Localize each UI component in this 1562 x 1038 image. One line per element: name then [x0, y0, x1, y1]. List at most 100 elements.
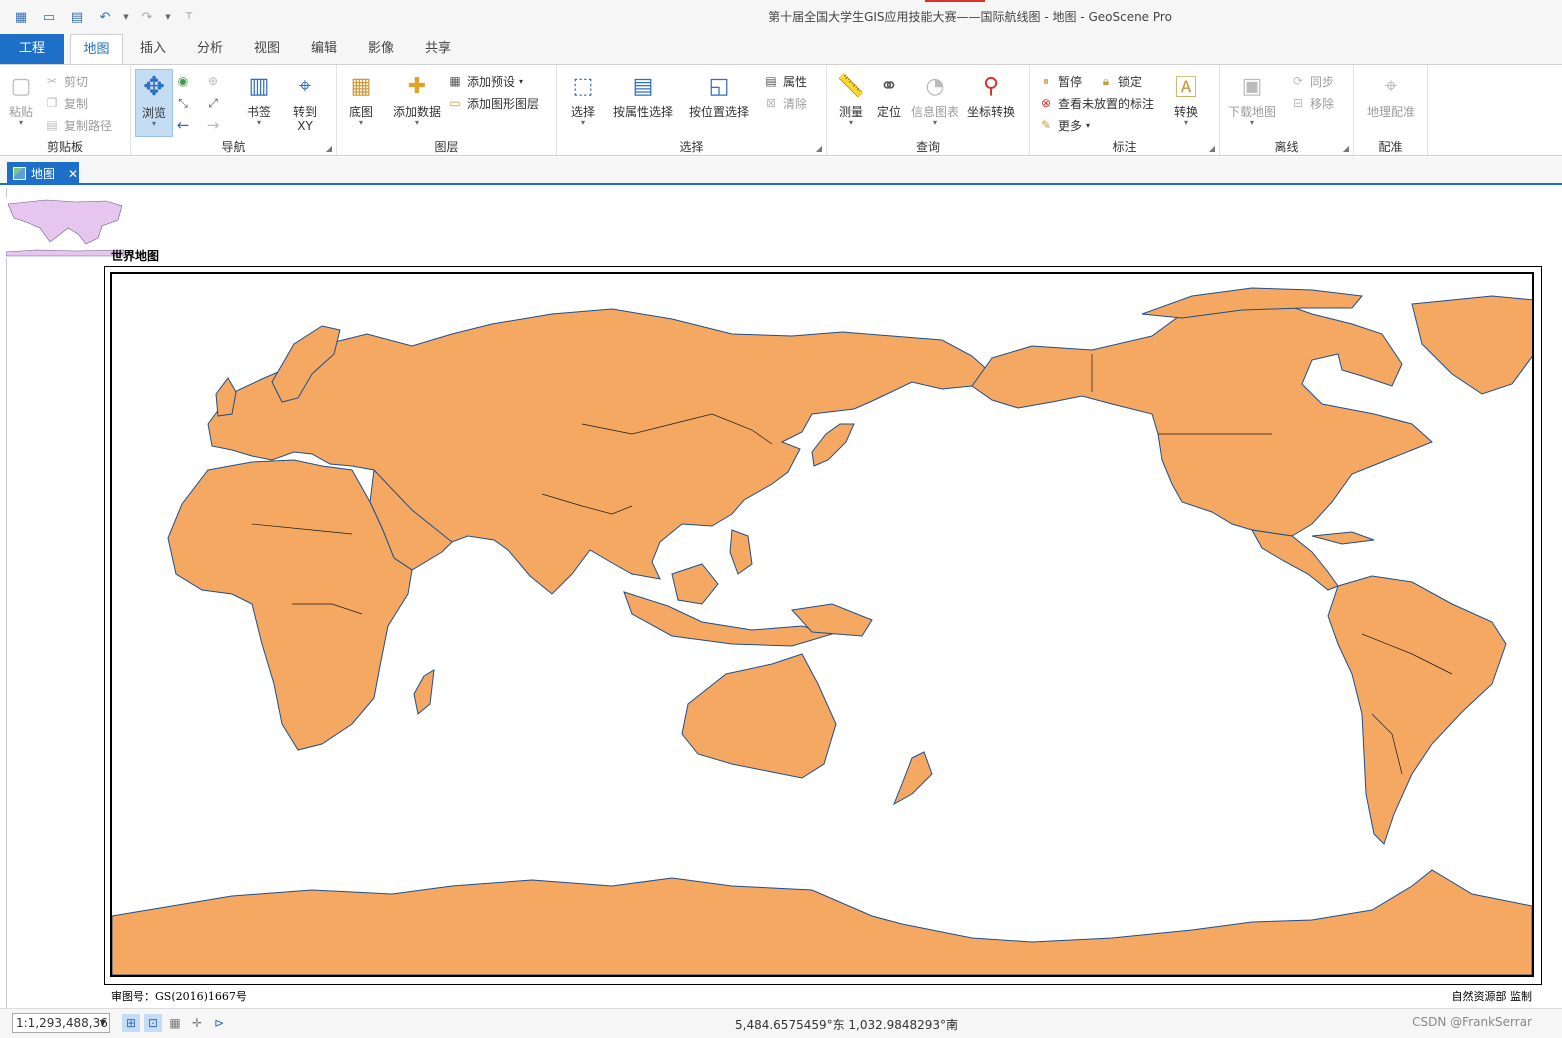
convert-labels-button[interactable]: 🄰 转换 ▾ — [1166, 69, 1206, 131]
zoom-to-selection-icon[interactable]: ⊕ — [205, 71, 221, 91]
fixed-zoom-out-icon[interactable]: ⤢ — [205, 93, 221, 113]
ribbon: ▢ 粘贴 ▾ ✂ 剪切 ❐ 复制 ▤ 复制路径 剪贴板 ✥ 浏览 ▾ ◉ ⤡ ←… — [0, 64, 1562, 157]
chevron-down-icon[interactable]: ⌄ — [948, 1016, 957, 1029]
close-icon[interactable]: ✕ — [68, 167, 78, 181]
tab-map[interactable]: 地图 — [70, 34, 123, 65]
pie-chart-icon: ◔ — [925, 73, 945, 99]
undo-dropdown-icon[interactable]: ▼ — [122, 8, 130, 26]
more-labeling-button[interactable]: ✎ 更多 ▾ — [1038, 115, 1090, 135]
select-arrow-icon: ⬚ — [572, 73, 594, 99]
basemap-button[interactable]: ▦ 底图 ▾ — [341, 69, 381, 131]
pause-label-icon: ⏸ — [1042, 73, 1049, 88]
tab-imagery[interactable]: 影像 — [356, 34, 406, 64]
chevron-down-icon: ▾ — [1249, 118, 1254, 127]
copy-path-button[interactable]: ▤ 复制路径 — [44, 115, 112, 135]
chevron-down-icon: ▾ — [848, 118, 853, 127]
view-unplaced-button[interactable]: ⊗ 查看未放置的标注 — [1038, 93, 1154, 113]
customize-icon[interactable]: ⊤ — [178, 8, 200, 26]
chevron-down-icon: ▾ — [580, 118, 585, 127]
cut-button[interactable]: ✂ 剪切 — [44, 71, 88, 91]
redo-dropdown-icon[interactable]: ▼ — [164, 8, 172, 26]
graphics-layer-icon: ▭ — [449, 96, 461, 110]
pause-drawing-icon[interactable]: ⊳ — [210, 1014, 228, 1032]
copy-path-icon: ▤ — [46, 118, 58, 132]
tab-edit[interactable]: 编辑 — [299, 34, 349, 64]
dialog-launcher-icon[interactable]: ◢ — [816, 144, 822, 153]
map-frame — [110, 272, 1534, 977]
copy-button[interactable]: ❐ 复制 — [44, 93, 88, 113]
group-label-labeling: 标注 — [1112, 140, 1137, 154]
scissors-icon: ✂ — [46, 74, 58, 88]
supervisor-credit: 自然资源部 监制 — [1451, 990, 1533, 1003]
undo-icon[interactable]: ↶ — [94, 8, 116, 26]
pause-labels-button[interactable]: ⏸ 暂停 — [1038, 71, 1082, 91]
map-icon — [13, 167, 26, 180]
select-by-location-button[interactable]: ◱ 按位置选择 — [685, 69, 753, 131]
tab-view[interactable]: 视图 — [242, 34, 292, 64]
chevron-down-icon: ▾ — [256, 118, 261, 127]
tab-insert[interactable]: 插入 — [128, 34, 178, 64]
add-graphics-layer-button[interactable]: ▭ 添加图形图层 — [447, 93, 539, 113]
goto-xy-button[interactable]: ⌖ 转到 XY — [279, 69, 331, 134]
group-label-navigate: 导航 — [221, 140, 246, 154]
bookmarks-button[interactable]: ▥ 书签 ▾ — [233, 69, 285, 131]
view-tab-map[interactable]: 地图 ✕ — [7, 162, 79, 185]
sync-icon: ⟳ — [1292, 74, 1304, 88]
remove-icon: ⊟ — [1292, 96, 1304, 110]
fixed-zoom-in-icon[interactable]: ⤡ — [175, 93, 191, 113]
attributes-button[interactable]: ▤ 属性 — [763, 71, 807, 91]
scale-selector[interactable]: 1:1,293,488,36 ▼ — [12, 1013, 110, 1033]
quick-access-toolbar: ▦ ▭ ▤ ↶ ▼ ↷ ▼ ⊤ — [10, 8, 200, 26]
table-toggle-icon[interactable]: ▦ — [166, 1014, 184, 1032]
ruler-icon: 📏 — [837, 73, 865, 99]
dialog-launcher-icon[interactable]: ◢ — [326, 144, 332, 153]
constraints-icon[interactable]: ✛ — [188, 1014, 206, 1032]
geoscene-pro-window: ▦ ▭ ▤ ↶ ▼ ↷ ▼ ⊤ 第十届全国大学生GIS应用技能大赛——国际航线图… — [0, 0, 1562, 1038]
dialog-launcher-icon[interactable]: ◢ — [1343, 144, 1349, 153]
chevron-down-icon: ▾ — [932, 118, 937, 127]
explore-button[interactable]: ✥ 浏览 ▾ — [135, 69, 173, 137]
minimap-antarctica — [6, 249, 124, 257]
georeference-button[interactable]: ⌖ 地理配准 — [1360, 69, 1422, 131]
redo-icon[interactable]: ↷ — [136, 8, 158, 26]
binoculars-icon: ⚭ — [879, 73, 899, 99]
chevron-down-icon: ▾ — [1086, 120, 1091, 130]
grid-snap-icon[interactable]: ⊡ — [144, 1014, 162, 1032]
window-title: 第十届全国大学生GIS应用技能大赛——国际航线图 - 地图 - GeoScene… — [768, 10, 1172, 24]
previous-extent-icon[interactable]: ← — [175, 115, 191, 135]
pin-icon: ⚲ — [982, 73, 1000, 99]
snapping-icon[interactable]: ⊞ — [122, 1014, 140, 1032]
paste-button[interactable]: ▢ 粘贴 ▾ — [2, 69, 40, 131]
group-label-layer: 图层 — [434, 140, 459, 154]
title-bar: ▦ ▭ ▤ ↶ ▼ ↷ ▼ ⊤ 第十届全国大学生GIS应用技能大赛——国际航线图… — [0, 0, 1562, 34]
open-icon[interactable]: ▭ — [38, 8, 60, 26]
clear-selection-button[interactable]: ⊠ 清除 — [763, 93, 807, 113]
group-label-georeference: 配准 — [1378, 140, 1403, 154]
download-map-button[interactable]: ▣ 下载地图 ▾ — [1224, 69, 1280, 131]
chevron-down-icon: ▾ — [18, 118, 23, 127]
remove-offline-button[interactable]: ⊟ 移除 — [1290, 93, 1334, 113]
sync-button[interactable]: ⟳ 同步 — [1290, 71, 1334, 91]
select-by-attributes-button[interactable]: ▤ 按属性选择 — [609, 69, 677, 131]
add-preset-button[interactable]: ▦ 添加预设 ▾ — [447, 71, 523, 91]
select-button[interactable]: ⬚ 选择 ▾ — [561, 69, 605, 131]
new-project-icon[interactable]: ▦ — [10, 8, 32, 26]
chevron-down-icon: ▾ — [358, 118, 363, 127]
map-title: 世界地图 — [111, 249, 160, 263]
locate-button[interactable]: ⚭ 定位 — [871, 69, 907, 131]
save-icon[interactable]: ▤ — [66, 8, 88, 26]
dialog-launcher-icon[interactable]: ◢ — [1209, 144, 1215, 153]
tab-share[interactable]: 共享 — [413, 34, 463, 64]
infographics-button[interactable]: ◔ 信息图表 ▾ — [909, 69, 961, 131]
convert-coordinates-button[interactable]: ⚲ 坐标转换 — [961, 69, 1021, 131]
clear-icon: ⊠ — [765, 96, 777, 110]
tab-analysis[interactable]: 分析 — [185, 34, 235, 64]
tab-project[interactable]: 工程 — [0, 34, 64, 64]
next-extent-icon[interactable]: → — [205, 115, 221, 135]
full-extent-icon[interactable]: ◉ — [175, 71, 191, 91]
add-data-button[interactable]: ✚ 添加数据 ▾ — [389, 69, 445, 131]
group-label-inquiry: 查询 — [915, 140, 940, 154]
lock-labels-button[interactable]: 🔒︎ 锁定 — [1098, 71, 1142, 91]
measure-button[interactable]: 📏 测量 ▾ — [831, 69, 871, 131]
attributes-icon: ▤ — [765, 74, 777, 88]
